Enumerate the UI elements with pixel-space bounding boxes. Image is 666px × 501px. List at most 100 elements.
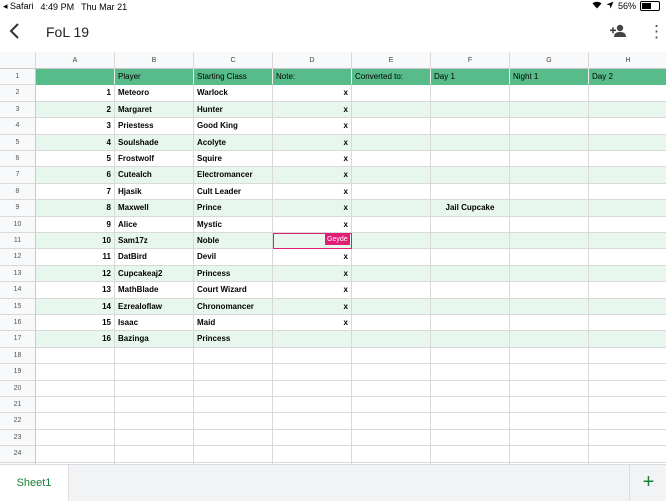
row-header[interactable]: 10 xyxy=(0,216,36,233)
grid-cell[interactable]: DatBird xyxy=(115,249,194,266)
grid-cell[interactable] xyxy=(589,413,666,430)
grid-cell[interactable] xyxy=(273,364,352,381)
grid-cell[interactable] xyxy=(431,282,510,299)
grid-cell[interactable]: Princess xyxy=(194,331,273,348)
grid-cell[interactable] xyxy=(352,216,431,233)
grid-cell[interactable] xyxy=(589,381,666,397)
grid-cell[interactable]: x xyxy=(273,101,352,119)
grid-cell[interactable]: Chronomancer xyxy=(194,298,273,315)
grid-cell[interactable]: Priestess xyxy=(115,118,194,135)
grid-cell[interactable]: x xyxy=(273,85,352,102)
grid-cell[interactable]: 13 xyxy=(36,282,115,299)
grid-cell[interactable] xyxy=(510,413,589,430)
grid-cell[interactable]: 1 xyxy=(36,85,115,102)
grid-cell[interactable] xyxy=(510,429,589,447)
grid-cell[interactable] xyxy=(431,216,510,233)
row-header[interactable]: 23 xyxy=(0,429,36,447)
grid-cell[interactable] xyxy=(431,118,510,135)
grid-cell[interactable]: 4 xyxy=(36,134,115,151)
grid-cell[interactable]: Squire xyxy=(194,151,273,168)
grid-cell[interactable] xyxy=(352,429,431,447)
grid-cell[interactable] xyxy=(431,183,510,201)
grid-cell[interactable] xyxy=(589,167,666,184)
grid-cell[interactable] xyxy=(589,348,666,365)
grid-cell[interactable] xyxy=(589,151,666,168)
grid-cell[interactable] xyxy=(273,446,352,463)
header-cell[interactable]: Converted to: xyxy=(352,69,431,86)
grid-cell[interactable] xyxy=(510,331,589,348)
row-header[interactable]: 2 xyxy=(0,85,36,102)
grid-cell[interactable] xyxy=(431,249,510,266)
row-header[interactable]: 18 xyxy=(0,347,36,365)
back-to-app[interactable]: ◂ Safari xyxy=(3,1,34,12)
grid-cell[interactable] xyxy=(273,397,352,414)
column-header-f[interactable]: F xyxy=(431,52,510,69)
grid-cell[interactable]: Court Wizard xyxy=(194,282,273,299)
row-header[interactable]: 8 xyxy=(0,183,36,201)
grid-cell[interactable]: Warlock xyxy=(194,85,273,102)
grid-cell[interactable]: Maid xyxy=(194,315,273,332)
grid-cell[interactable] xyxy=(510,200,589,217)
grid-cell[interactable] xyxy=(352,167,431,184)
grid-cell[interactable] xyxy=(194,347,273,365)
grid-cell[interactable]: x xyxy=(273,167,352,184)
column-header-d[interactable]: D xyxy=(273,52,352,69)
tab-sheet1[interactable]: Sheet1 xyxy=(0,465,69,501)
header-cell[interactable]: Player xyxy=(115,69,194,86)
row-header[interactable]: 6 xyxy=(0,151,36,168)
grid-cell[interactable]: 12 xyxy=(36,265,115,283)
grid-cell[interactable] xyxy=(589,134,666,151)
grid-cell[interactable]: Soulshade xyxy=(115,134,194,151)
grid-cell[interactable]: Devil xyxy=(194,249,273,266)
grid-cell[interactable] xyxy=(352,331,431,348)
grid-cell[interactable]: 14 xyxy=(36,298,115,315)
grid-cell[interactable]: Maxwell xyxy=(115,200,194,217)
grid-cell[interactable] xyxy=(589,282,666,299)
grid-cell[interactable]: x xyxy=(273,265,352,283)
grid-cell[interactable] xyxy=(273,380,352,397)
grid-cell[interactable] xyxy=(510,101,589,119)
grid-cell[interactable]: Hunter xyxy=(194,101,273,119)
grid-cell[interactable]: x xyxy=(273,118,352,135)
grid-cell[interactable] xyxy=(589,249,666,266)
grid-cell[interactable]: Margaret xyxy=(115,101,194,119)
column-header-h[interactable]: H xyxy=(589,52,666,69)
grid-cell[interactable] xyxy=(352,85,431,102)
grid-cell[interactable] xyxy=(510,216,589,233)
grid-cell[interactable] xyxy=(589,364,666,381)
header-cell[interactable] xyxy=(36,69,115,86)
column-header-a[interactable]: A xyxy=(36,52,115,69)
grid-cell[interactable] xyxy=(589,200,666,217)
grid-cell[interactable] xyxy=(36,446,115,463)
grid-cell[interactable]: x xyxy=(273,216,352,233)
header-cell[interactable]: Day 1 xyxy=(431,69,510,86)
grid-cell[interactable] xyxy=(352,118,431,135)
grid-cell[interactable]: 5 xyxy=(36,151,115,168)
row-header[interactable]: 16 xyxy=(0,315,36,332)
grid-cell[interactable]: 6 xyxy=(36,167,115,184)
grid-cell[interactable] xyxy=(589,217,666,233)
grid-cell[interactable] xyxy=(352,249,431,266)
grid-cell[interactable] xyxy=(431,85,510,102)
grid-cell[interactable]: x xyxy=(273,200,352,217)
grid-cell[interactable] xyxy=(115,446,194,463)
grid-cell[interactable] xyxy=(431,347,510,365)
grid-cell[interactable] xyxy=(352,397,431,414)
grid-cell[interactable] xyxy=(194,397,273,414)
grid-cell[interactable] xyxy=(194,429,273,447)
more-button[interactable]: ⋮ xyxy=(648,22,665,42)
column-header-b[interactable]: B xyxy=(115,52,194,69)
grid-cell[interactable] xyxy=(273,331,352,348)
grid-cell[interactable] xyxy=(589,265,666,283)
column-header-c[interactable]: C xyxy=(194,52,273,69)
grid-cell[interactable] xyxy=(589,233,666,250)
header-cell[interactable]: Starting Class xyxy=(194,69,273,86)
grid-cell[interactable]: Cupcakeaj2 xyxy=(115,265,194,283)
row-header[interactable]: 19 xyxy=(0,364,36,381)
grid-cell[interactable]: 2 xyxy=(36,101,115,119)
grid-cell[interactable]: x xyxy=(273,249,352,266)
grid-cell[interactable]: 9 xyxy=(36,216,115,233)
header-cell[interactable]: Day 2 xyxy=(589,69,666,86)
grid-cell[interactable] xyxy=(352,298,431,315)
grid-cell[interactable] xyxy=(431,151,510,168)
